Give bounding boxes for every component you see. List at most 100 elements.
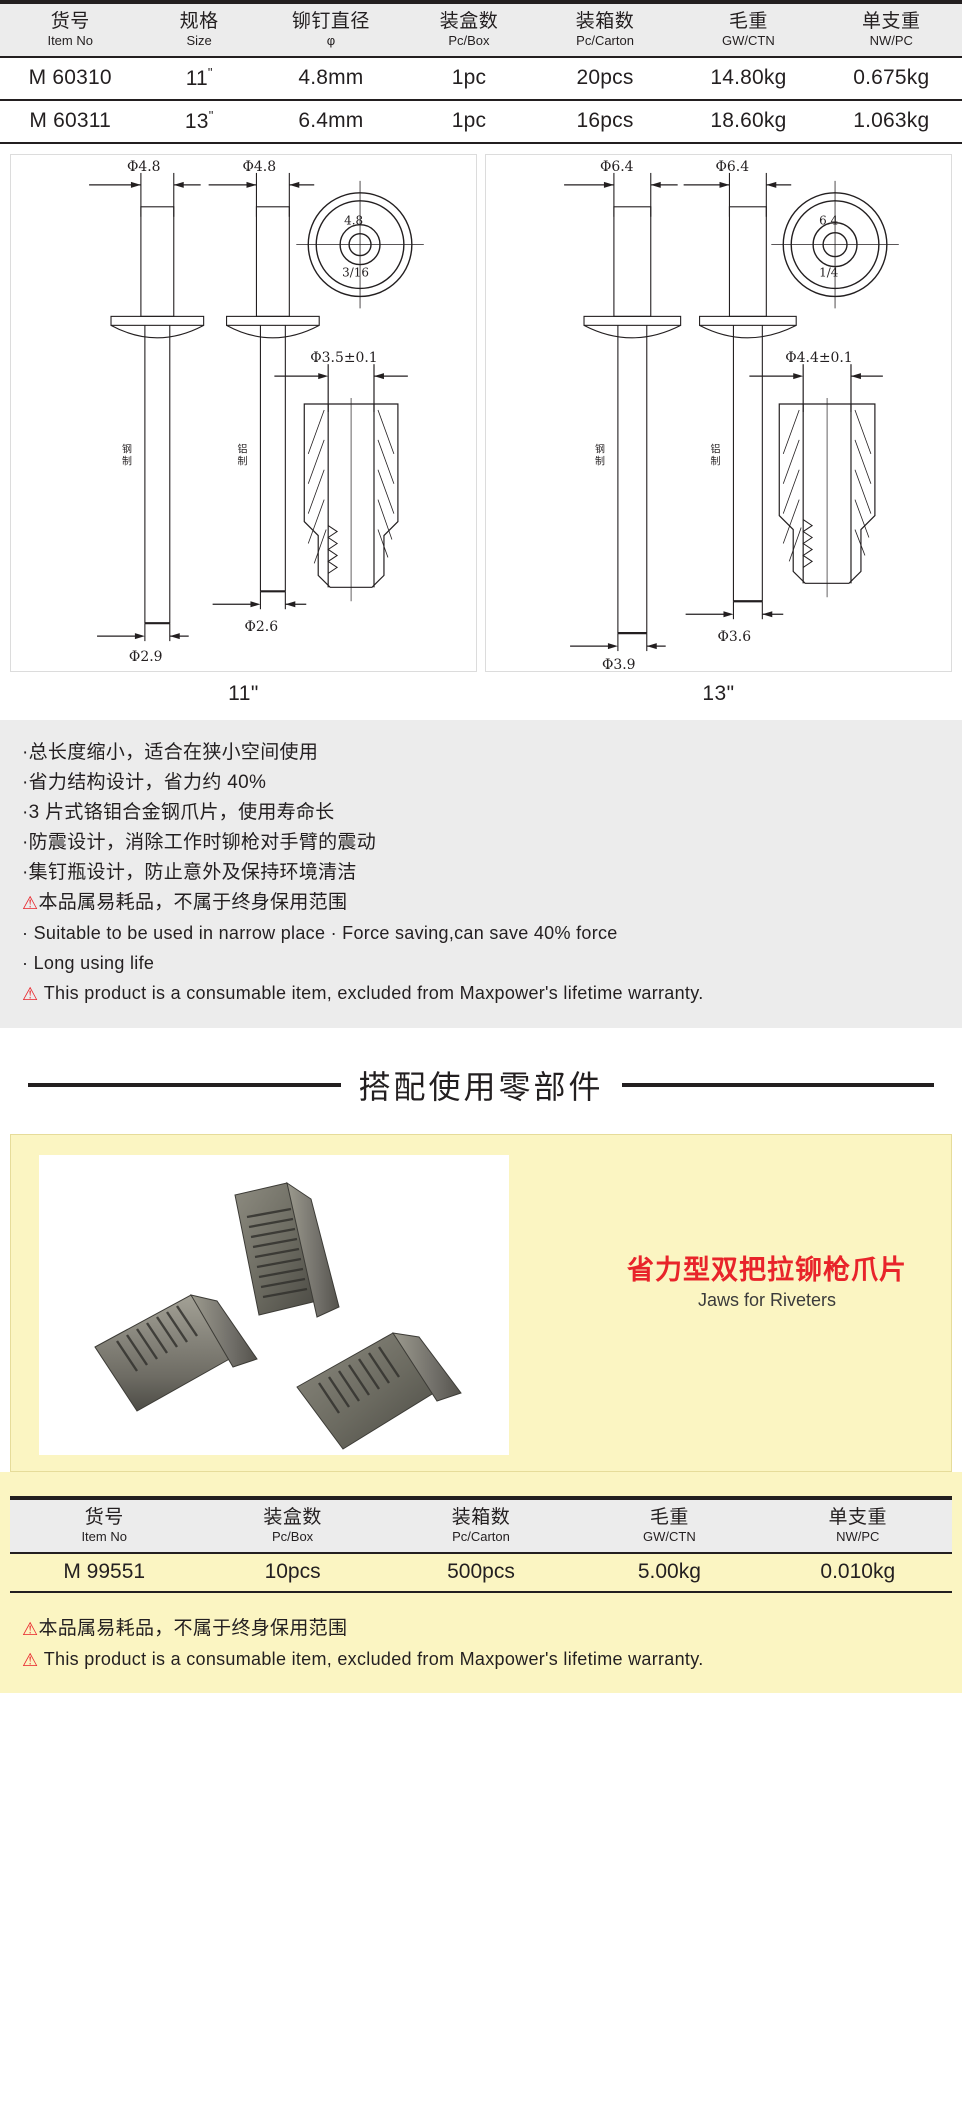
warning-triangle-icon: ⚠ bbox=[22, 893, 39, 913]
material-label-alu-13in: 铝制 bbox=[708, 444, 720, 468]
jaws-col-gw-en: GW/CTN bbox=[643, 1529, 696, 1544]
dim-nose-dia-13in: Φ4.4±0.1 bbox=[785, 350, 852, 366]
jaws-col-pc-carton: 装箱数 Pc/Carton bbox=[386, 1496, 576, 1554]
drawing-group-11in: Φ4.8 Φ2.9 钢制 Φ4.8 Φ2.6 铝制 4.8 3/16 Φ3.5±… bbox=[10, 154, 477, 706]
material-label-steel-11in: 钢制 bbox=[119, 443, 131, 468]
divider-rule-right bbox=[621, 1083, 935, 1087]
cell-size: 13" bbox=[140, 100, 258, 144]
spec-col-pc-carton-en: Pc/Carton bbox=[576, 33, 634, 48]
dim-head-dia-1-11in: Φ4.8 bbox=[127, 159, 161, 175]
spec-col-nw: 单支重 NW/PC bbox=[821, 2, 962, 57]
jaws-col-item-no: 货号 Item No bbox=[10, 1496, 199, 1554]
jaws-col-pc-box-cn: 装盒数 bbox=[263, 1507, 322, 1528]
dim-head-dia-2-13in: Φ6.4 bbox=[716, 159, 750, 175]
accessory-title-cn: 省力型双把拉铆枪爪片 bbox=[627, 1255, 907, 1285]
cell-size-unit: " bbox=[208, 108, 214, 123]
feature-bullet-en-1: · Suitable to be used in narrow place · … bbox=[22, 923, 618, 943]
cell-gw: 18.60kg bbox=[676, 100, 821, 144]
drawing-caption-13in: 13" bbox=[702, 682, 735, 705]
features-panel: ·总长度缩小，适合在狭小空间使用 ·省力结构设计，省力约 40% ·3 片式铬钼… bbox=[0, 720, 962, 1028]
feature-bullet-4: ·防震设计，消除工作时铆枪对手臂的震动 bbox=[22, 832, 377, 853]
cell-rivet-dia: 6.4mm bbox=[257, 100, 405, 144]
circle-bottom-label-13in: 1/4 bbox=[819, 266, 838, 280]
jaws-col-item-no-cn: 货号 bbox=[84, 1507, 124, 1528]
accessory-warning-block: ⚠本品属易耗品，不属于终身保用范围 ⚠ This product is a co… bbox=[0, 1593, 962, 1693]
jaws-warning-en-line: ⚠ This product is a consumable item, exc… bbox=[22, 1644, 940, 1675]
spec-col-item-no-en: Item No bbox=[47, 33, 93, 48]
cell-pc-carton: 16pcs bbox=[533, 100, 677, 144]
jaws-col-nw-cn: 单支重 bbox=[828, 1507, 888, 1528]
cell-pc-carton: 500pcs bbox=[386, 1553, 576, 1593]
accessory-table-body: M 99551 10pcs 500pcs 5.00kg 0.010kg bbox=[10, 1553, 952, 1593]
nosepiece-section-11in bbox=[274, 364, 408, 602]
circle-bottom-label-11in: 3/16 bbox=[342, 266, 369, 280]
warning-triangle-icon: ⚠ bbox=[22, 1619, 39, 1639]
cell-item-no: M 60310 bbox=[0, 57, 141, 101]
spec-col-item-no: 货号 Item No bbox=[0, 2, 140, 57]
circle-end-view-11in bbox=[296, 180, 424, 309]
table-row: M 60310 11" 4.8mm 1pc 20pcs 14.80kg 0.67… bbox=[0, 57, 962, 101]
warranty-warning-cn-line: ⚠本品属易耗品，不属于终身保用范围 bbox=[22, 888, 940, 918]
table-row: M 99551 10pcs 500pcs 5.00kg 0.010kg bbox=[10, 1553, 952, 1593]
spec-col-pc-carton: 装箱数 Pc/Carton bbox=[534, 2, 676, 57]
rivet-drawing-13in-svg: Φ6.4 Φ3.9 钢制 Φ6.4 Φ3.6 铝制 6.4 1/4 Φ4.4±0… bbox=[564, 159, 899, 673]
warranty-warning-cn-text: 本品属易耗品，不属于终身保用范围 bbox=[38, 892, 348, 913]
table-row: M 60311 13" 6.4mm 1pc 16pcs 18.60kg 1.06… bbox=[0, 100, 962, 144]
drawing-box-11in: Φ4.8 Φ2.9 钢制 Φ4.8 Φ2.6 铝制 4.8 3/16 Φ3.5±… bbox=[10, 154, 477, 672]
jaws-warning-cn-line: ⚠本品属易耗品，不属于终身保用范围 bbox=[22, 1613, 940, 1644]
nosepiece-section-13in bbox=[749, 364, 883, 598]
section-title: 搭配使用零部件 bbox=[358, 1069, 604, 1105]
feature-bullet-3: ·3 片式铬钼合金钢爪片，使用寿命长 bbox=[22, 802, 335, 823]
jaws-col-gw-cn: 毛重 bbox=[649, 1507, 689, 1528]
spec-col-size-cn: 规格 bbox=[179, 11, 219, 32]
drawing-group-13in: Φ6.4 Φ3.9 钢制 Φ6.4 Φ3.6 铝制 6.4 1/4 Φ4.4±0… bbox=[485, 154, 952, 706]
dim-stem-dia-2-11in: Φ2.6 bbox=[244, 619, 278, 635]
spec-col-rivet-dia: 铆钉直径 φ bbox=[258, 2, 404, 57]
spec-col-gw-en: GW/CTN bbox=[722, 33, 775, 48]
spec-col-pc-box-en: Pc/Box bbox=[448, 33, 490, 48]
cell-pc-carton: 20pcs bbox=[533, 57, 677, 101]
dim-head-dia-2-11in: Φ4.8 bbox=[243, 159, 277, 175]
spec-col-rivet-dia-en: φ bbox=[326, 33, 336, 48]
section-divider: 搭配使用零部件 bbox=[28, 1062, 935, 1108]
spec-table-body: M 60310 11" 4.8mm 1pc 20pcs 14.80kg 0.67… bbox=[0, 57, 962, 144]
spec-col-nw-en: NW/PC bbox=[869, 33, 913, 48]
spec-col-rivet-dia-cn: 铆钉直径 bbox=[291, 11, 370, 32]
warranty-warning-en-line: ⚠ This product is a consumable item, exc… bbox=[22, 978, 940, 1008]
jaws-col-pc-carton-cn: 装箱数 bbox=[451, 1507, 511, 1528]
circle-top-label-11in: 4.8 bbox=[344, 214, 363, 228]
cell-item-no: M 60311 bbox=[0, 100, 141, 144]
cell-nw: 1.063kg bbox=[820, 100, 962, 144]
cell-nw: 0.675kg bbox=[820, 57, 962, 101]
jaws-col-nw: 单支重 NW/PC bbox=[763, 1496, 952, 1554]
cell-pc-box: 1pc bbox=[404, 100, 534, 144]
jaws-col-item-no-en: Item No bbox=[81, 1529, 127, 1544]
accessory-table-header: 货号 Item No 装盒数 Pc/Box 装箱数 Pc/Carton 毛重 G… bbox=[10, 1496, 952, 1554]
spec-col-pc-box: 装盒数 Pc/Box bbox=[404, 2, 534, 57]
jaws-warning-cn-text: 本品属易耗品，不属于终身保用范围 bbox=[38, 1618, 348, 1639]
drawing-caption-11in: 11" bbox=[228, 682, 259, 705]
cell-size-unit: " bbox=[207, 65, 213, 80]
feature-bullet-en-2: · Long using life bbox=[22, 953, 155, 973]
spec-col-size: 规格 Size bbox=[140, 2, 257, 57]
feature-bullet-5: ·集钉瓶设计，防止意外及保持环境清洁 bbox=[22, 862, 357, 883]
jaws-col-pc-box: 装盒数 Pc/Box bbox=[198, 1496, 387, 1554]
rivet-drawing-11in-svg: Φ4.8 Φ2.9 钢制 Φ4.8 Φ2.6 铝制 4.8 3/16 Φ3.5±… bbox=[89, 159, 424, 665]
jaws-col-gw: 毛重 GW/CTN bbox=[575, 1496, 764, 1554]
specification-table: 货号 Item No 规格 Size 铆钉直径 φ 装盒数 Pc/Box 装箱数… bbox=[0, 0, 962, 144]
jaws-photo-svg bbox=[39, 1155, 509, 1455]
cell-size: 11" bbox=[140, 57, 258, 101]
feature-bullet-2: ·省力结构设计，省力约 40% bbox=[22, 772, 267, 793]
material-label-steel-13in: 钢制 bbox=[592, 443, 604, 468]
jaws-col-pc-box-en: Pc/Box bbox=[271, 1529, 314, 1544]
cell-gw: 5.00kg bbox=[575, 1553, 764, 1593]
cell-size-value: 11 bbox=[185, 67, 208, 90]
feature-bullet-1: ·总长度缩小，适合在狭小空间使用 bbox=[22, 742, 319, 763]
technical-drawings-row: Φ4.8 Φ2.9 钢制 Φ4.8 Φ2.6 铝制 4.8 3/16 Φ3.5±… bbox=[0, 144, 962, 706]
dim-stem-dia-1-13in: Φ3.9 bbox=[602, 657, 636, 671]
jaws-product-photo bbox=[39, 1155, 509, 1455]
spec-table-header: 货号 Item No 规格 Size 铆钉直径 φ 装盒数 Pc/Box 装箱数… bbox=[0, 2, 962, 57]
jaws-warning-en-text: This product is a consumable item, exclu… bbox=[43, 1649, 704, 1669]
drawing-box-13in: Φ6.4 Φ3.9 钢制 Φ6.4 Φ3.6 铝制 6.4 1/4 Φ4.4±0… bbox=[485, 154, 952, 673]
material-label-alu-11in: 铝制 bbox=[235, 444, 247, 468]
